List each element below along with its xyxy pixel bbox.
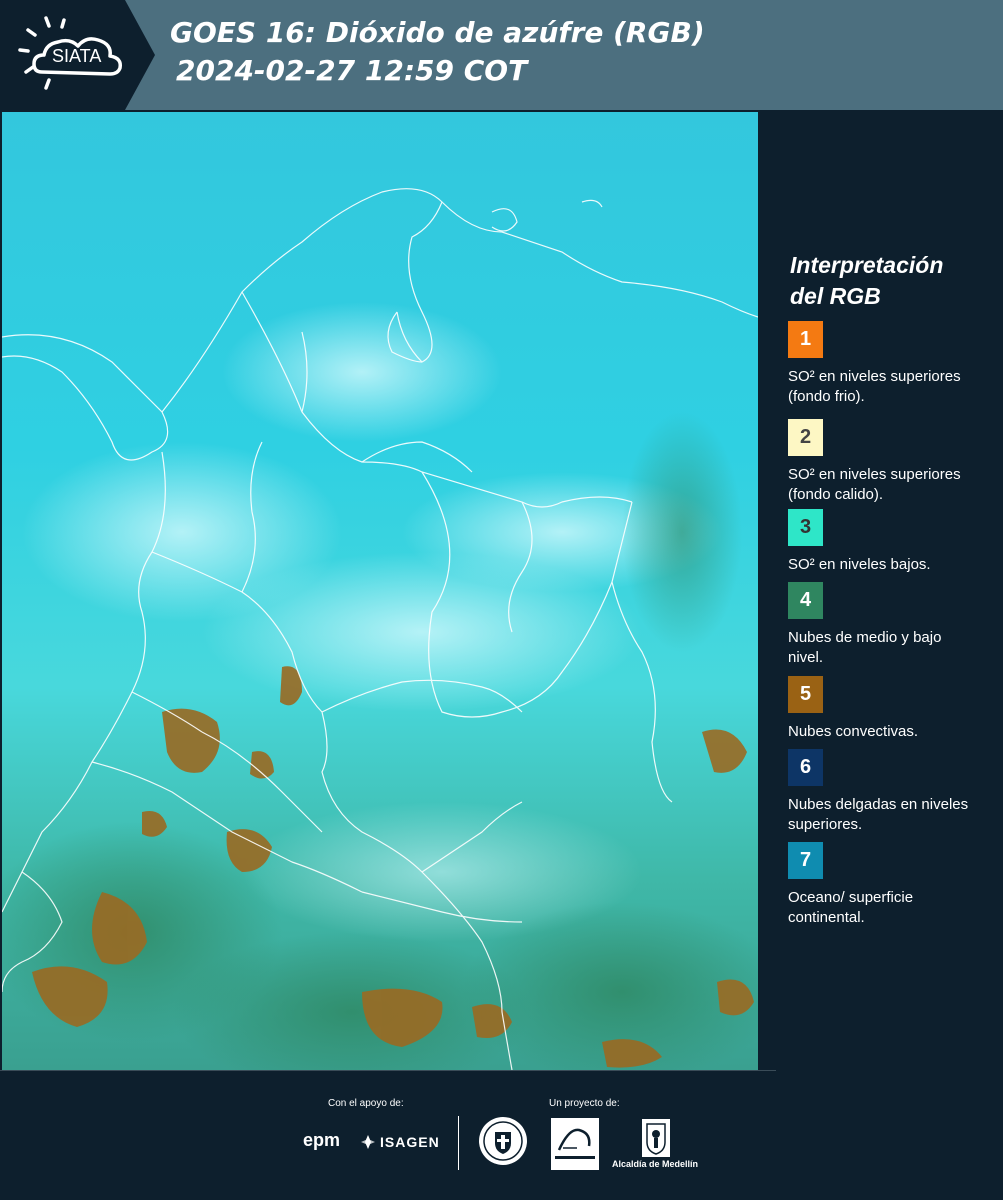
alcaldia-medellin-text: Alcaldía de Medellín [612,1159,699,1169]
legend-label-4: Nubes de medio y bajo nivel. [788,629,942,666]
legend-swatch-2: 2 [788,419,823,456]
legend-label-1: SO² en niveles superiores (fondo frio). [788,368,961,405]
medellin-seal-icon [479,1117,527,1165]
legend-swatch-6: 6 [788,749,823,786]
legend-swatch-1: 1 [788,321,823,358]
support-label: Con el apoyo de: [328,1098,404,1109]
legend-label-2: SO² en niveles superiores (fondo calido)… [788,466,961,503]
legend-title-line2: del RGB [790,283,881,309]
footer-divider-line [0,1070,776,1071]
page: SIATA GOES 16: Dióxido de azúfre (RGB) 2… [0,0,1003,1200]
footer: Con el apoyo de: Un proyecto de: epm ISA… [0,1070,1003,1200]
page-title: GOES 16: Dióxido de azúfre (RGB) [170,16,705,49]
legend-panel: Interpretación del RGB 1 SO² en niveles … [760,110,1003,1070]
legend-label-6: Nubes delgadas en niveles superiores. [788,796,969,833]
isagen-logo: ISAGEN [360,1132,440,1152]
isagen-icon [361,1135,375,1149]
epm-logo: epm [303,1130,341,1150]
siata-logo: SIATA [0,0,155,110]
legend-label-5: Nubes convectivas. [788,723,919,740]
page-subtitle-timestamp: 2024-02-27 12:59 COT [176,54,528,87]
legend-label-7: Oceano/ superficie continental. [788,889,914,926]
legend-title: Interpretación del RGB [790,250,990,312]
satellite-rgb-map [2,112,758,1070]
legend-swatch-3: 3 [788,509,823,546]
header-bar: SIATA GOES 16: Dióxido de azúfre (RGB) 2… [0,0,1003,110]
legend-swatch-5: 5 [788,676,823,713]
legend-label-3: SO² en niveles bajos. [788,556,931,573]
area-metropolitana-logo [551,1118,599,1170]
legend-swatch-7: 7 [788,842,823,879]
project-label: Un proyecto de: [549,1098,620,1109]
footer-vertical-divider [458,1116,459,1170]
siata-logo-text: SIATA [52,46,101,66]
isagen-logo-text: ISAGEN [380,1134,440,1150]
legend-title-line1: Interpretación [790,252,944,278]
alcaldia-shield-icon [642,1119,670,1157]
legend-swatch-4: 4 [788,582,823,619]
